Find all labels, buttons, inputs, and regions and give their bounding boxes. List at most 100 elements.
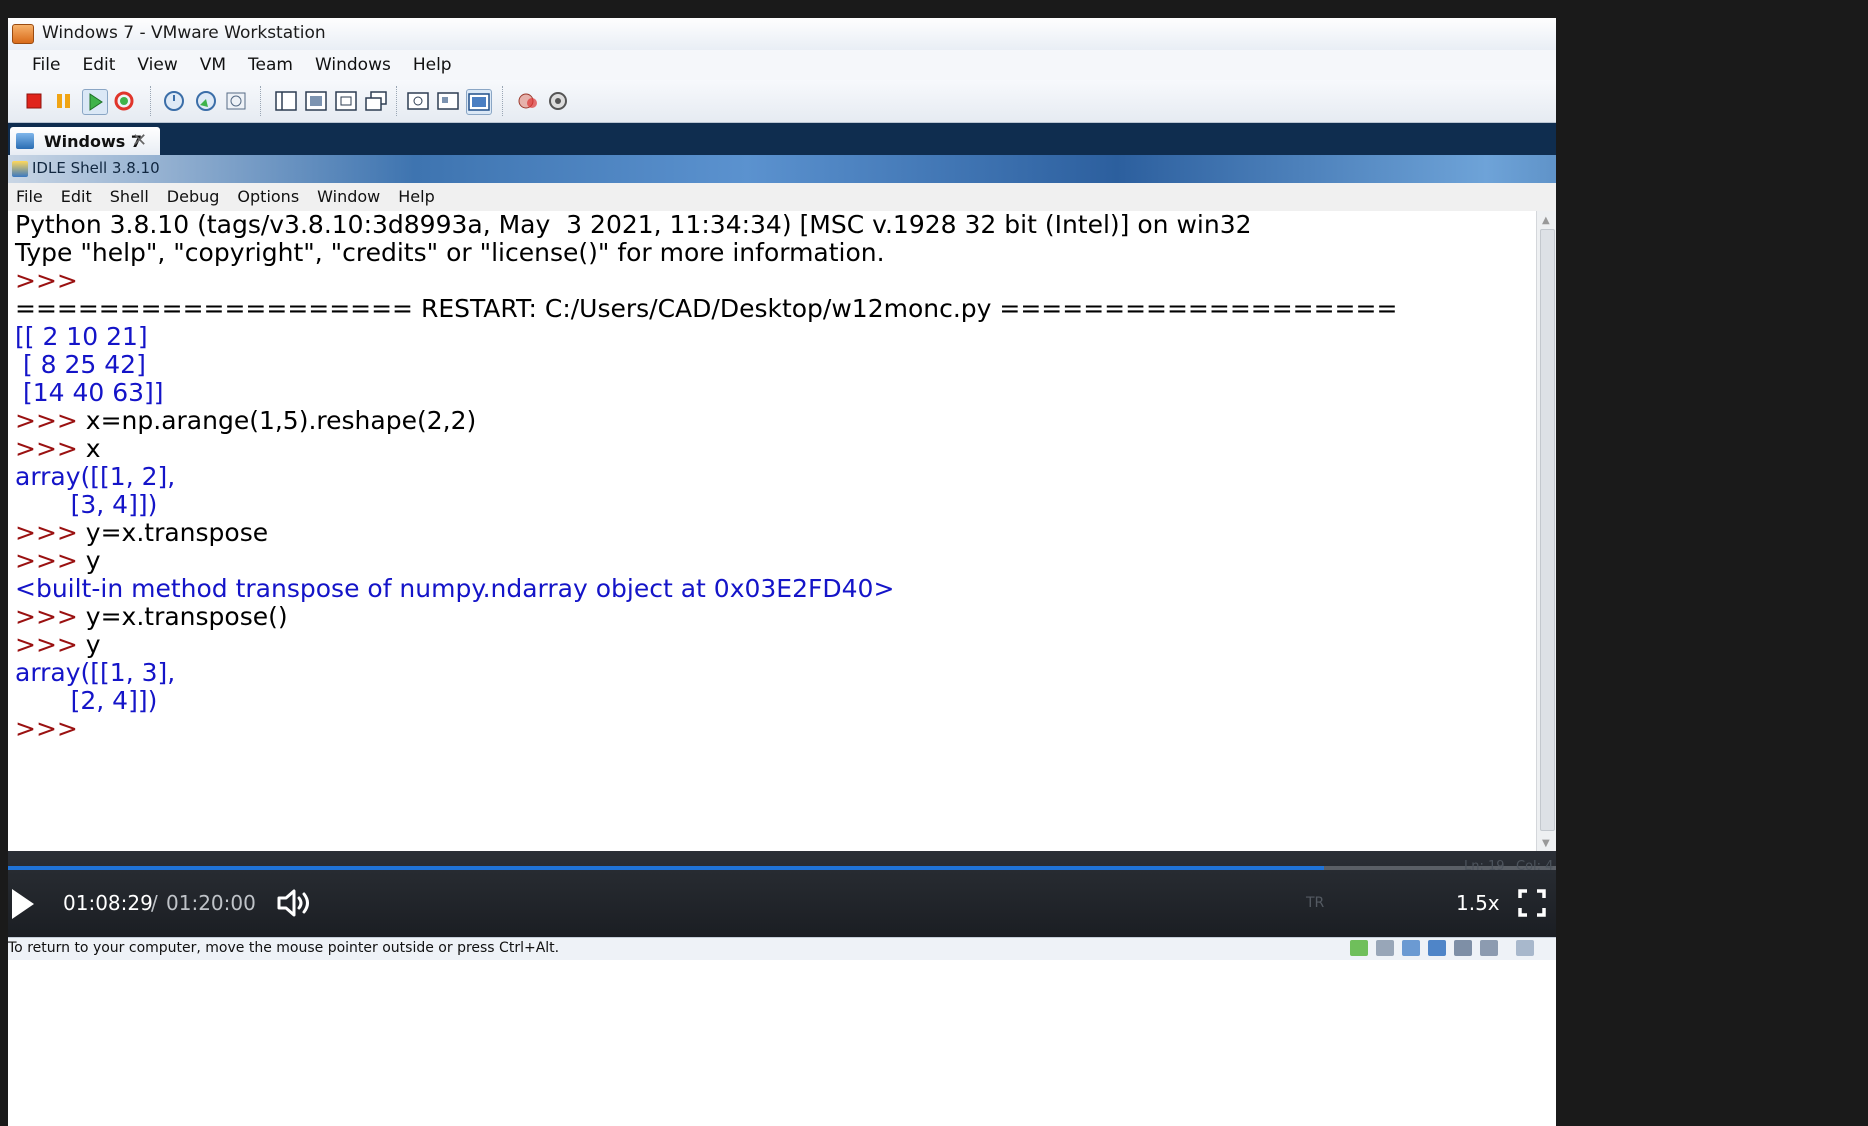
- scroll-up-arrow-icon[interactable]: ▲: [1542, 215, 1550, 226]
- tab-label: Windows 7: [44, 132, 142, 151]
- vmware-status-bar: To return to your computer, move the mou…: [8, 937, 1556, 960]
- duration: 01:20:00: [166, 891, 256, 915]
- idle-shell-text-area[interactable]: Python 3.8.10 (tags/v3.8.10:3d8993a, May…: [8, 211, 1536, 851]
- network-adapter-icon[interactable]: [1428, 940, 1446, 956]
- snapshot-icon[interactable]: [162, 89, 186, 113]
- shell-line: >>> y: [8, 547, 1536, 575]
- snapshot-manager-icon[interactable]: [224, 89, 248, 113]
- idle-window-title: IDLE Shell 3.8.10: [32, 159, 160, 177]
- idle-menu-help[interactable]: Help: [398, 183, 434, 211]
- shell-output-text: [ 8 25 42]: [15, 350, 146, 379]
- current-time: 01:08:29: [63, 891, 153, 915]
- sidebar-view-icon[interactable]: [274, 89, 298, 113]
- fullscreen-icon[interactable]: [1518, 889, 1546, 917]
- multiple-windows-icon[interactable]: [364, 89, 388, 113]
- shell-prompt: >>>: [15, 630, 78, 659]
- shell-line: [ 8 25 42]: [8, 351, 1536, 379]
- shell-output-text: array([[1, 3],: [15, 658, 176, 687]
- shell-input-text: =================== RESTART: C:/Users/CA…: [15, 294, 1398, 323]
- usb-icon[interactable]: [1454, 940, 1472, 956]
- power-on-icon[interactable]: [82, 89, 108, 115]
- menu-vm[interactable]: VM: [200, 50, 226, 80]
- shell-prompt: >>>: [15, 434, 78, 463]
- volume-icon[interactable]: [276, 887, 316, 919]
- shell-input-text: y: [77, 546, 101, 575]
- shell-line: >>> x=np.arange(1,5).reshape(2,2): [8, 407, 1536, 435]
- summary-view-icon[interactable]: [436, 89, 460, 113]
- idle-menu-window[interactable]: Window: [317, 183, 380, 211]
- idle-menu-shell[interactable]: Shell: [110, 183, 149, 211]
- shell-input-text: x: [77, 434, 101, 463]
- shell-prompt: >>>: [15, 714, 78, 743]
- menu-file[interactable]: File: [32, 50, 60, 80]
- shell-line: >>>: [8, 715, 1536, 743]
- unity-icon[interactable]: [334, 89, 358, 113]
- suspend-icon[interactable]: [52, 89, 76, 113]
- idle-menu-options[interactable]: Options: [237, 183, 299, 211]
- idle-column-number: Col: 4: [1516, 859, 1554, 874]
- thumbnail-view-icon[interactable]: [466, 89, 492, 115]
- vm-icon: [16, 133, 34, 149]
- shell-prompt: >>>: [15, 518, 78, 547]
- play-icon[interactable]: [12, 889, 34, 919]
- toolbar-separator: [396, 86, 399, 116]
- menu-team[interactable]: Team: [248, 50, 293, 80]
- hard-disk-icon[interactable]: [1376, 940, 1394, 956]
- menu-edit[interactable]: Edit: [82, 50, 115, 80]
- playback-speed[interactable]: 1.5x: [1456, 891, 1500, 915]
- shell-line: <built-in method transpose of numpy.ndar…: [8, 575, 1536, 603]
- shell-input-text: y: [77, 630, 101, 659]
- toolbar-separator: [150, 86, 153, 116]
- status-message: To return to your computer, move the mou…: [8, 940, 560, 956]
- shell-input-text: Python 3.8.10 (tags/v3.8.10:3d8993a, May…: [15, 211, 1252, 239]
- shell-output-text: [2, 4]]): [15, 686, 158, 715]
- vertical-scrollbar[interactable]: ▲ ▼: [1536, 211, 1557, 851]
- toolbar-separator: [502, 86, 505, 116]
- scrollbar-thumb[interactable]: [1540, 229, 1555, 831]
- shell-line: >>>: [8, 267, 1536, 295]
- reset-icon[interactable]: [112, 89, 136, 113]
- shell-input-text: y=x.transpose: [77, 518, 269, 547]
- network-icon[interactable]: [1350, 940, 1368, 956]
- printer-icon[interactable]: [1480, 940, 1498, 956]
- shell-prompt: >>>: [15, 406, 78, 435]
- idle-menu-debug[interactable]: Debug: [167, 183, 220, 211]
- menu-view[interactable]: View: [137, 50, 177, 80]
- tray-language: TR: [1306, 895, 1325, 911]
- shell-prompt: >>>: [15, 266, 78, 295]
- vmware-app-icon: [12, 24, 34, 44]
- menu-windows[interactable]: Windows: [315, 50, 391, 80]
- toolbar-separator: [260, 86, 263, 116]
- power-off-icon[interactable]: [22, 89, 46, 113]
- idle-menu-file[interactable]: File: [16, 183, 43, 211]
- tab-windows-7[interactable]: Windows 7 ✕: [10, 127, 160, 155]
- shell-line: Python 3.8.10 (tags/v3.8.10:3d8993a, May…: [8, 211, 1536, 239]
- menu-help[interactable]: Help: [413, 50, 452, 80]
- outer-border: [1556, 18, 1856, 1126]
- tab-close-icon[interactable]: ✕: [132, 130, 147, 151]
- settings-icon[interactable]: [546, 89, 570, 113]
- shell-output-text: [14 40 63]]: [15, 378, 164, 407]
- tools-icon[interactable]: [516, 89, 540, 113]
- console-view-icon[interactable]: [406, 89, 430, 113]
- shell-input-text: y=x.transpose(): [77, 602, 288, 631]
- full-screen-icon[interactable]: [304, 89, 328, 113]
- shell-input-text: x=np.arange(1,5).reshape(2,2): [77, 406, 477, 435]
- idle-menu-edit[interactable]: Edit: [61, 183, 92, 211]
- shell-prompt: >>>: [15, 602, 78, 631]
- shell-line: >>> y=x.transpose: [8, 519, 1536, 547]
- shell-line: [3, 4]]): [8, 491, 1536, 519]
- idle-line-number: Ln: 19: [1464, 859, 1505, 874]
- shell-output-text: array([[1, 2],: [15, 462, 176, 491]
- scroll-down-arrow-icon[interactable]: ▼: [1542, 838, 1550, 849]
- shell-line: [14 40 63]]: [8, 379, 1536, 407]
- shell-output-text: [3, 4]]): [15, 490, 158, 519]
- python-icon: [12, 161, 28, 177]
- revert-snapshot-icon[interactable]: [194, 89, 218, 113]
- shell-line: [2, 4]]): [8, 687, 1536, 715]
- shell-input-text: Type "help", "copyright", "credits" or "…: [15, 238, 885, 267]
- message-log-icon[interactable]: [1516, 940, 1534, 956]
- shell-line: array([[1, 3],: [8, 659, 1536, 687]
- shell-line: [[ 2 10 21]: [8, 323, 1536, 351]
- floppy-icon[interactable]: [1402, 940, 1420, 956]
